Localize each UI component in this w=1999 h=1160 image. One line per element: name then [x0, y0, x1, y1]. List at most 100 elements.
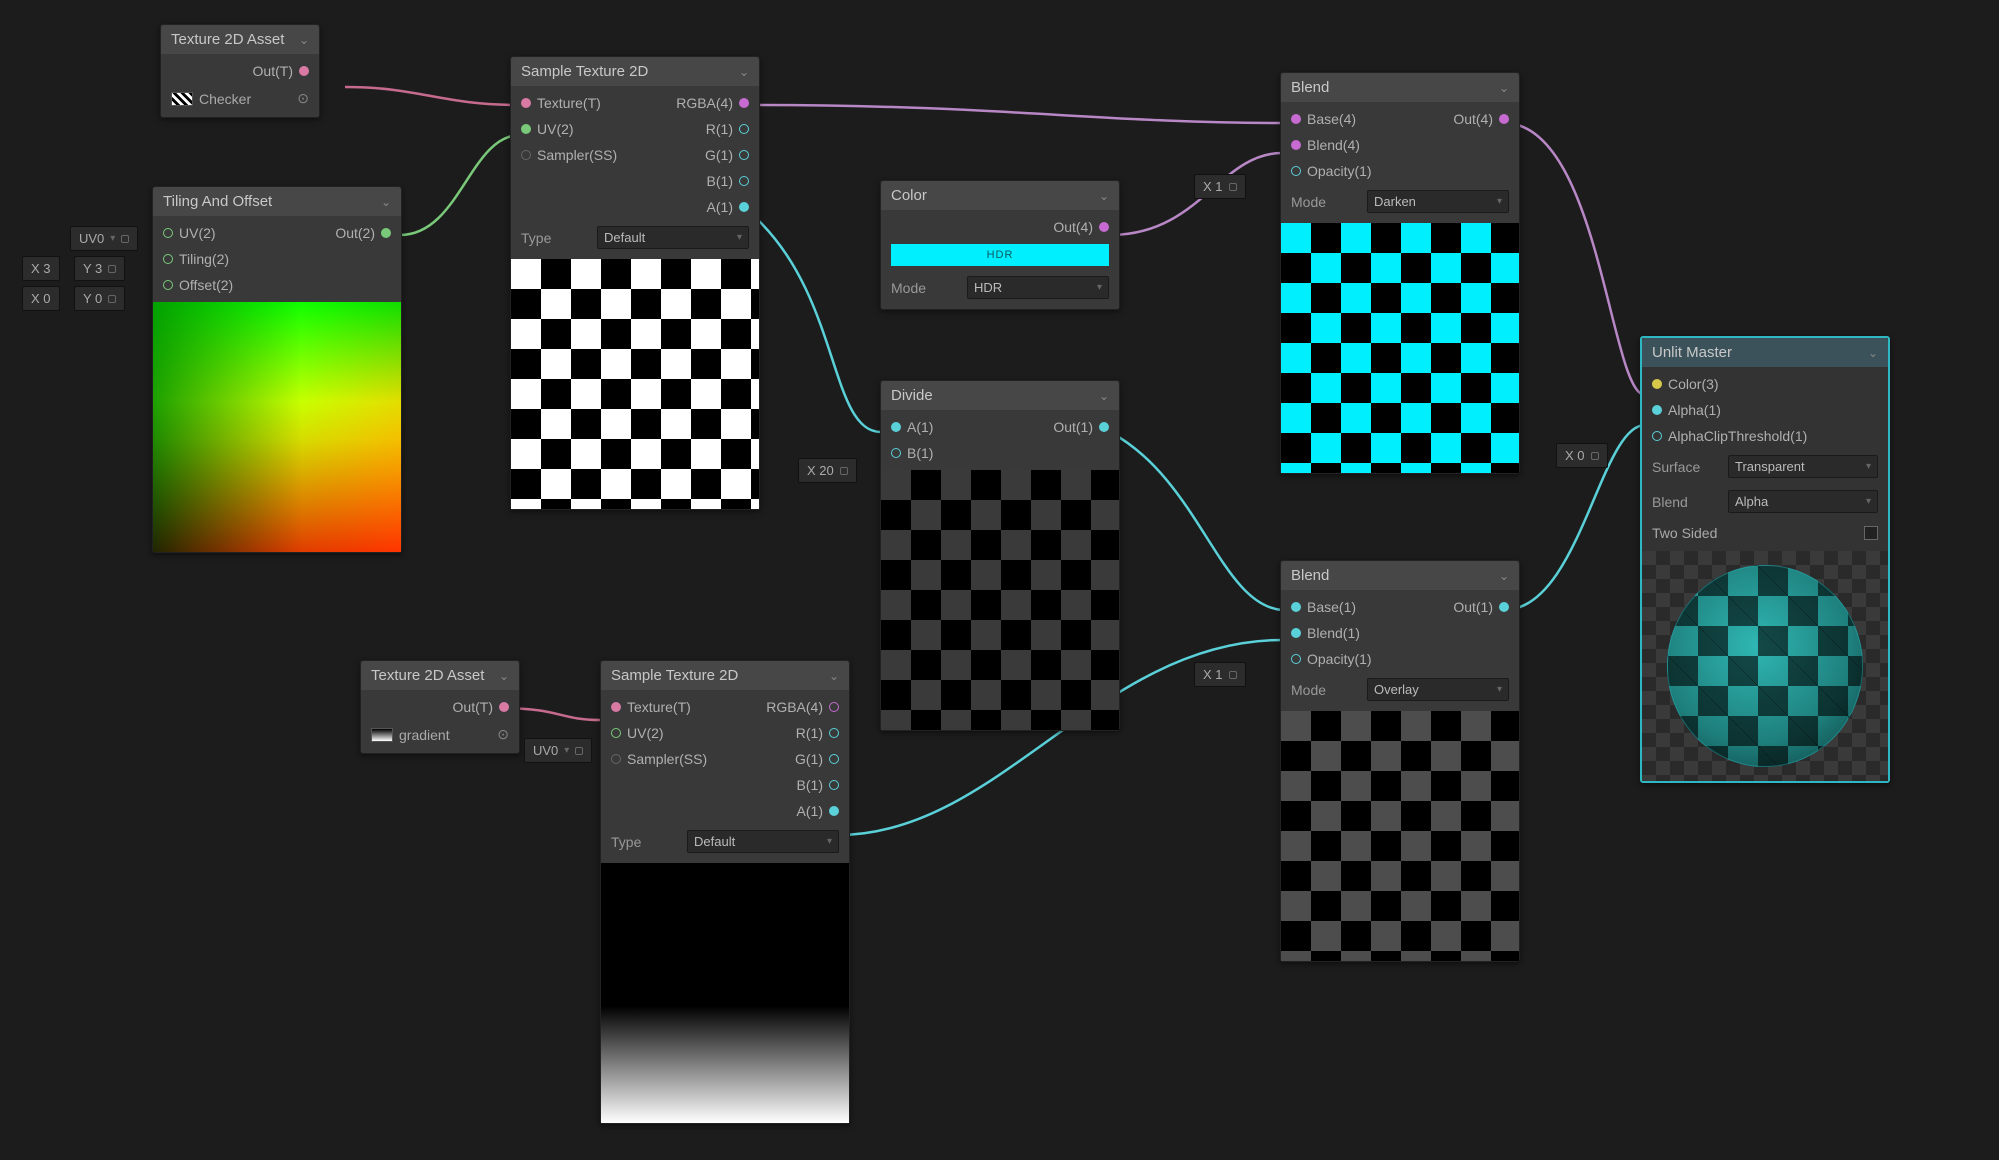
input-port[interactable]	[1291, 114, 1301, 124]
float-chip[interactable]: X 1	[1194, 174, 1246, 199]
input-port[interactable]	[1652, 405, 1662, 415]
blend-select[interactable]: Alpha▾	[1728, 490, 1878, 513]
chevron-down-icon[interactable]: ⌄	[1099, 189, 1109, 203]
node-title[interactable]: Unlit Master⌄	[1642, 338, 1888, 367]
node-texture2d-asset-1[interactable]: Texture 2D Asset ⌄ Out(T) Checker ⊙	[160, 24, 320, 118]
type-select[interactable]: Default▾	[597, 226, 749, 249]
chevron-down-icon[interactable]: ▾	[564, 745, 569, 756]
input-port[interactable]	[1291, 654, 1301, 664]
node-sample-texture-2d-2[interactable]: Sample Texture 2D⌄ Texture(T) RGBA(4) UV…	[600, 660, 850, 1124]
input-port[interactable]	[163, 280, 173, 290]
node-divide[interactable]: Divide⌄ A(1) Out(1) B(1)	[880, 380, 1120, 731]
input-port[interactable]	[1291, 628, 1301, 638]
input-port[interactable]	[1652, 379, 1662, 389]
mode-select[interactable]: Overlay▾	[1367, 678, 1509, 701]
node-texture2d-asset-2[interactable]: Texture 2D Asset⌄ Out(T) gradient⊙	[360, 660, 520, 754]
input-port[interactable]	[611, 702, 621, 712]
port-label: Color(3)	[1668, 376, 1719, 392]
node-title[interactable]: Tiling And Offset ⌄	[153, 187, 401, 216]
node-title[interactable]: Texture 2D Asset ⌄	[361, 661, 519, 690]
float-chip[interactable]: X 1	[1194, 662, 1246, 687]
output-port[interactable]	[739, 150, 749, 160]
mode-select[interactable]: HDR▾	[967, 276, 1109, 299]
chevron-down-icon[interactable]: ⌄	[1099, 389, 1109, 403]
node-sample-texture-2d-1[interactable]: Sample Texture 2D⌄ Texture(T) RGBA(4) UV…	[510, 56, 760, 510]
node-color[interactable]: Color⌄ Out(4) ModeHDR▾	[880, 180, 1120, 310]
node-tiling-and-offset[interactable]: Tiling And Offset ⌄ UV(2) Out(2) Tiling(…	[152, 186, 402, 553]
node-title[interactable]: Divide⌄	[881, 381, 1119, 410]
type-select[interactable]: Default▾	[687, 830, 839, 853]
output-port[interactable]	[499, 702, 509, 712]
output-port[interactable]	[1099, 222, 1109, 232]
output-port[interactable]	[1099, 422, 1109, 432]
output-port[interactable]	[829, 702, 839, 712]
input-port[interactable]	[163, 254, 173, 264]
vector-chip[interactable]: Y 3	[74, 256, 125, 281]
chip-label: X 20	[807, 463, 834, 478]
title-text: Tiling And Offset	[163, 193, 272, 210]
input-port[interactable]	[1291, 602, 1301, 612]
output-port[interactable]	[381, 228, 391, 238]
input-port[interactable]	[611, 754, 621, 764]
output-port[interactable]	[739, 98, 749, 108]
node-blend-1[interactable]: Blend⌄ Base(4) Out(4) Blend(4) Opacity(1…	[1280, 72, 1520, 474]
chip-label: X 0	[31, 291, 51, 306]
uv-slot-chip[interactable]: UV0▾	[70, 226, 138, 251]
chevron-down-icon[interactable]: ⌄	[739, 65, 749, 79]
input-port[interactable]	[1291, 140, 1301, 150]
node-title[interactable]: Blend⌄	[1281, 561, 1519, 590]
node-blend-2[interactable]: Blend⌄ Base(1) Out(1) Blend(1) Opacity(1…	[1280, 560, 1520, 962]
node-title[interactable]: Blend⌄	[1281, 73, 1519, 102]
output-port[interactable]	[739, 202, 749, 212]
surface-select[interactable]: Transparent▾	[1728, 455, 1878, 478]
float-chip[interactable]: X 0	[1556, 443, 1608, 468]
input-port[interactable]	[1291, 166, 1301, 176]
vector-chip[interactable]: Y 0	[74, 286, 125, 311]
title-text: Texture 2D Asset	[371, 667, 484, 684]
input-port[interactable]	[891, 422, 901, 432]
mode-select[interactable]: Darken▾	[1367, 190, 1509, 213]
color-field[interactable]	[891, 244, 1109, 266]
chevron-down-icon[interactable]: ⌄	[1868, 346, 1878, 360]
chevron-down-icon[interactable]: ⌄	[299, 33, 309, 47]
chevron-down-icon[interactable]: ⌄	[1499, 81, 1509, 95]
input-port[interactable]	[521, 150, 531, 160]
input-port[interactable]	[163, 228, 173, 238]
object-picker-icon[interactable]: ⊙	[297, 90, 309, 107]
chip-label: UV0	[533, 743, 558, 758]
input-port[interactable]	[1652, 431, 1662, 441]
chevron-down-icon[interactable]: ▾	[110, 233, 115, 244]
output-port[interactable]	[829, 728, 839, 738]
output-port[interactable]	[1499, 602, 1509, 612]
texture-swatch[interactable]	[171, 92, 193, 106]
output-port[interactable]	[299, 66, 309, 76]
chevron-down-icon[interactable]: ⌄	[381, 195, 391, 209]
vector-chip[interactable]: X 0	[22, 286, 60, 311]
node-unlit-master[interactable]: Unlit Master⌄ Color(3) Alpha(1) AlphaCli…	[1640, 336, 1890, 783]
output-port[interactable]	[829, 754, 839, 764]
node-title[interactable]: Sample Texture 2D⌄	[601, 661, 849, 690]
output-port[interactable]	[739, 176, 749, 186]
float-chip[interactable]: X 20	[798, 458, 857, 483]
node-title[interactable]: Texture 2D Asset ⌄	[161, 25, 319, 54]
select-value: HDR	[974, 280, 1002, 295]
texture-swatch[interactable]	[371, 728, 393, 742]
object-picker-icon[interactable]: ⊙	[497, 726, 509, 743]
input-port[interactable]	[521, 124, 531, 134]
two-sided-toggle[interactable]	[1864, 526, 1878, 540]
chevron-down-icon[interactable]: ⌄	[1499, 569, 1509, 583]
input-port[interactable]	[521, 98, 531, 108]
output-port[interactable]	[1499, 114, 1509, 124]
input-port[interactable]	[611, 728, 621, 738]
node-title[interactable]: Sample Texture 2D⌄	[511, 57, 759, 86]
uv-slot-chip[interactable]: UV0 ▾	[524, 738, 592, 763]
node-title[interactable]: Color⌄	[881, 181, 1119, 210]
chevron-down-icon: ▾	[737, 232, 742, 243]
chevron-down-icon[interactable]: ⌄	[829, 669, 839, 683]
output-port[interactable]	[829, 806, 839, 816]
output-port[interactable]	[829, 780, 839, 790]
chevron-down-icon[interactable]: ⌄	[499, 669, 509, 683]
vector-chip[interactable]: X 3	[22, 256, 60, 281]
input-port[interactable]	[891, 448, 901, 458]
output-port[interactable]	[739, 124, 749, 134]
